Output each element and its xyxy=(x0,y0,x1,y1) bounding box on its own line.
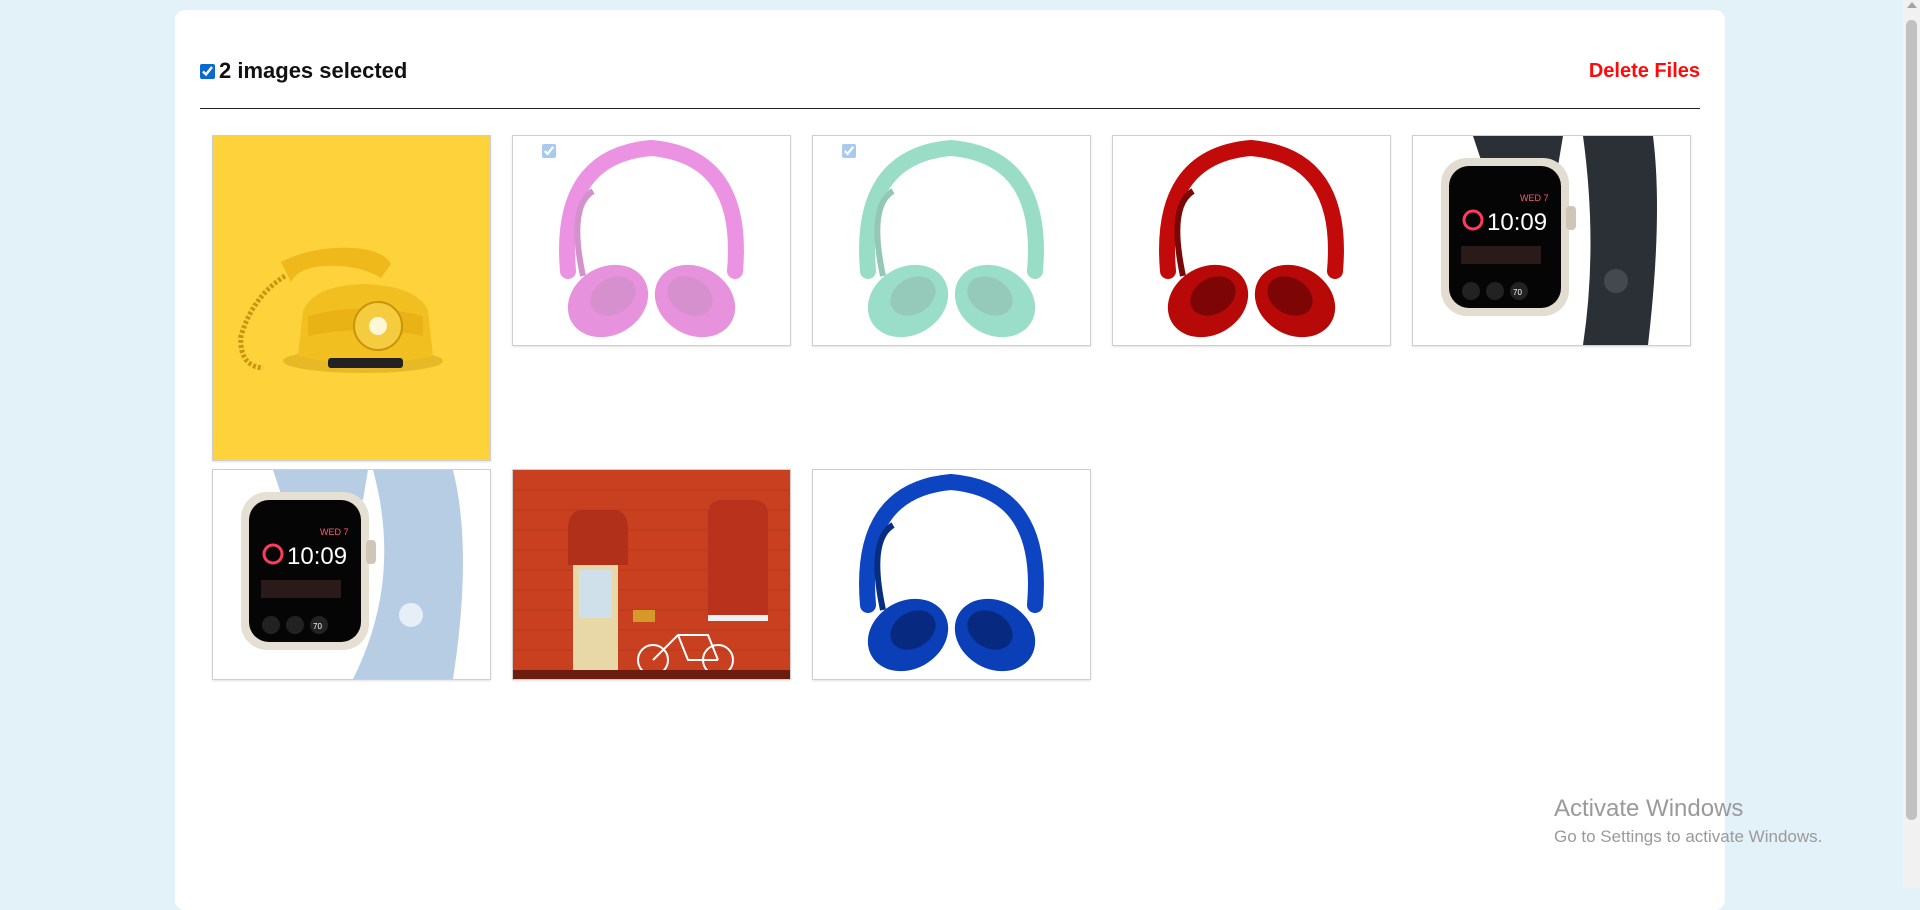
item-select-checkbox[interactable] xyxy=(542,144,556,158)
selection-summary: 2 images selected xyxy=(200,58,407,84)
watermark-title: Activate Windows xyxy=(1554,795,1744,822)
select-all-checkbox[interactable] xyxy=(200,63,215,79)
gallery-card: 2 images selected Delete Files WED 7 10:… xyxy=(175,10,1725,910)
watermark-subtitle: Go to Settings to activate Windows. xyxy=(1554,827,1823,846)
watch-date-text: WED 7 xyxy=(1520,193,1549,203)
watch-date-text: WED 7 xyxy=(320,527,349,537)
watch-ring-value: 70 xyxy=(1513,288,1522,297)
gallery-item-blue-smartwatch[interactable]: WED 7 10:09 70 xyxy=(212,469,491,680)
gallery-item-red-brick-wall[interactable] xyxy=(512,469,791,680)
blue-smartwatch-image: WED 7 10:09 70 xyxy=(213,470,490,679)
yellow-telephone-image xyxy=(213,136,490,460)
scrollbar-thumb[interactable] xyxy=(1906,20,1917,820)
gallery-item-red-headphones[interactable] xyxy=(1112,135,1391,346)
red-brick-wall-bicycle-image xyxy=(513,470,790,679)
item-select-checkbox[interactable] xyxy=(842,144,856,158)
gallery-item-pink-headphones[interactable] xyxy=(512,135,791,346)
watch-time-text: 10:09 xyxy=(1487,209,1547,236)
black-smartwatch-image: WED 7 10:09 70 xyxy=(1413,136,1690,345)
red-headphones-image xyxy=(1113,136,1390,345)
gallery-item-blue-headphones[interactable] xyxy=(812,469,1091,680)
scroll-up-arrow-icon[interactable] xyxy=(1907,2,1917,8)
delete-files-button[interactable]: Delete Files xyxy=(1589,60,1700,83)
header-divider xyxy=(200,108,1700,109)
blue-headphones-image xyxy=(813,470,1090,679)
windows-activation-watermark: Activate Windows Go to Settings to activ… xyxy=(1554,795,1822,847)
selected-count-label: 2 images selected xyxy=(219,58,408,83)
gallery-header: 2 images selected Delete Files xyxy=(200,58,1700,104)
pink-headphones-image xyxy=(513,136,790,345)
gallery-item-black-smartwatch[interactable]: WED 7 10:09 70 xyxy=(1412,135,1691,346)
page-scrollbar[interactable] xyxy=(1903,0,1920,888)
gallery-item-mint-headphones[interactable] xyxy=(812,135,1091,346)
watch-ring-value: 70 xyxy=(313,622,322,631)
watch-time-text: 10:09 xyxy=(287,543,347,570)
mint-headphones-image xyxy=(813,136,1090,345)
gallery-item-yellow-telephone[interactable] xyxy=(212,135,491,461)
